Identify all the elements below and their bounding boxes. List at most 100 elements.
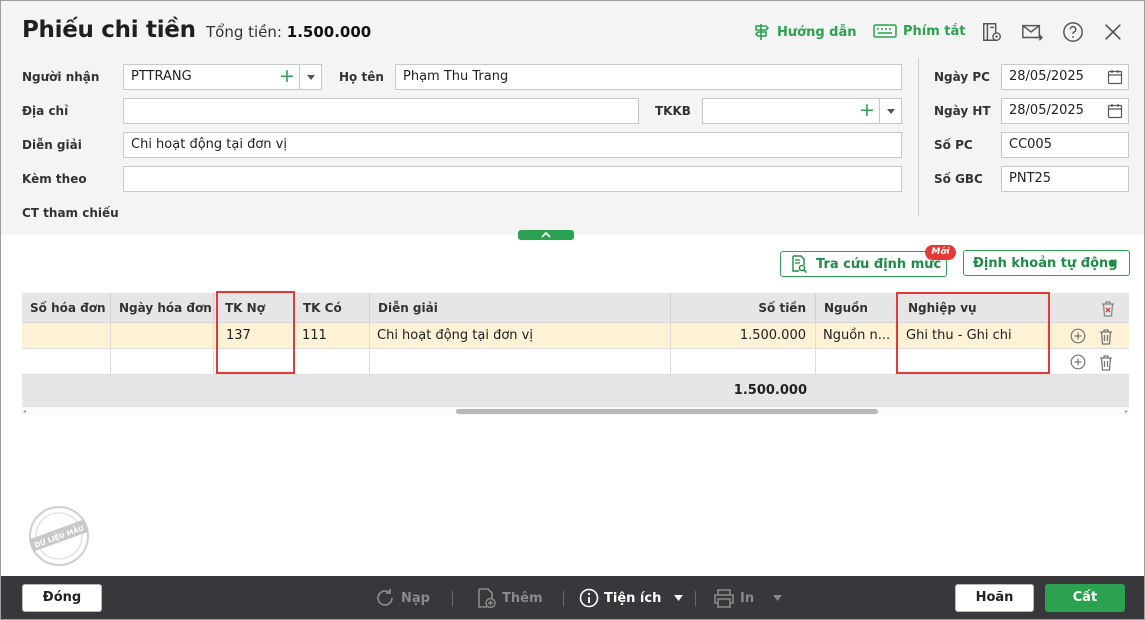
- description-input[interactable]: Chi hoạt động tại đơn vị: [123, 132, 902, 158]
- col-invoice-no[interactable]: Số hóa đơn: [22, 293, 111, 323]
- recipient-label: Người nhận: [22, 70, 100, 84]
- cell-amount[interactable]: 1.500.000: [671, 323, 816, 348]
- signpost-icon: [754, 24, 770, 40]
- caret-down-icon: [1108, 261, 1117, 267]
- address-input[interactable]: [123, 98, 639, 124]
- fullname-label: Họ tên: [339, 70, 384, 84]
- page-title: Phiếu chi tiền: [22, 17, 196, 43]
- add-row-icon[interactable]: [1070, 354, 1086, 370]
- chevron-up-icon: [541, 231, 551, 238]
- lookup-norm-button[interactable]: Tra cứu định mức: [780, 251, 947, 277]
- printer-icon: [714, 589, 734, 608]
- date-pc-input[interactable]: 28/05/2025: [1001, 64, 1129, 90]
- utility-menu-button[interactable]: Tiện ích: [579, 586, 684, 610]
- utility-label: Tiện ích: [604, 590, 662, 606]
- bottom-toolbar: Đóng Nạp Thêm Tiện ích In Hoãn Cất: [1, 576, 1144, 619]
- scroll-left-icon[interactable]: ◂: [23, 408, 26, 415]
- save-button[interactable]: Cất: [1045, 584, 1125, 612]
- collapse-header-button[interactable]: [518, 230, 574, 240]
- cell-description[interactable]: [370, 349, 671, 374]
- caret-down-icon: [674, 595, 684, 601]
- close-button[interactable]: Đóng: [22, 584, 102, 612]
- tkkb-dropdown-icon[interactable]: [879, 99, 901, 123]
- col-description[interactable]: Diễn giải: [370, 293, 671, 323]
- sample-data-stamp-icon: DỮ LIỆU MẪU: [29, 506, 89, 566]
- header-area: Phiếu chi tiền Tổng tiền: 1.500.000 Hướn…: [1, 1, 1144, 235]
- toolbar-divider: [452, 591, 453, 606]
- total-label: Tổng tiền:: [206, 23, 282, 41]
- cell-invoice-date[interactable]: [111, 349, 214, 374]
- shortcut-label: Phím tắt: [903, 23, 966, 39]
- col-amount[interactable]: Số tiền: [671, 293, 816, 323]
- caret-down-icon: [773, 595, 783, 601]
- print-button[interactable]: In: [713, 586, 783, 610]
- date-ht-label: Ngày HT: [934, 104, 991, 118]
- recipient-combo[interactable]: PTTRANG +: [123, 64, 322, 90]
- attached-input[interactable]: [123, 166, 902, 192]
- cell-invoice-no[interactable]: [22, 349, 111, 374]
- address-label: Địa chỉ: [22, 104, 69, 118]
- keyboard-icon: [873, 24, 897, 38]
- cell-credit[interactable]: 111: [295, 323, 370, 348]
- operation-column-highlight: [896, 292, 1050, 374]
- reference-label[interactable]: CT tham chiếu: [22, 206, 119, 220]
- cell-source[interactable]: Nguồn n...: [816, 323, 898, 348]
- trash-icon[interactable]: [1098, 354, 1114, 371]
- document-search-icon: [792, 255, 808, 273]
- col-invoice-date[interactable]: Ngày hóa đơn: [111, 293, 214, 323]
- toolbar-divider: [563, 591, 564, 606]
- add-tkkb-icon[interactable]: +: [855, 99, 879, 123]
- auto-entry-label: Định khoản tự động: [973, 255, 1118, 271]
- add-label: Thêm: [502, 590, 543, 606]
- lookup-norm-label: Tra cứu định mức: [816, 256, 942, 272]
- so-pc-input[interactable]: CC005: [1001, 132, 1129, 158]
- send-mail-icon[interactable]: [1021, 21, 1043, 43]
- add-button[interactable]: Thêm: [475, 586, 543, 610]
- cell-invoice-date[interactable]: [111, 323, 214, 348]
- fullname-input[interactable]: Phạm Thu Trang: [395, 64, 902, 90]
- add-row-icon[interactable]: [1070, 328, 1086, 344]
- shortcut-link[interactable]: Phím tắt: [873, 23, 966, 39]
- total-amount: Tổng tiền: 1.500.000: [206, 23, 371, 41]
- col-source[interactable]: Nguồn: [816, 293, 898, 323]
- calendar-icon[interactable]: [1107, 69, 1123, 85]
- trash-icon[interactable]: [1098, 328, 1114, 345]
- description-label: Diễn giải: [22, 138, 82, 152]
- auto-entry-button[interactable]: Định khoản tự động: [963, 250, 1130, 276]
- refresh-icon: [377, 589, 393, 606]
- cell-invoice-no[interactable]: [22, 323, 111, 348]
- date-ht-input[interactable]: 28/05/2025: [1001, 98, 1129, 124]
- guide-link[interactable]: Hướng dẫn: [753, 23, 857, 41]
- total-value: 1.500.000: [286, 23, 372, 41]
- so-gbc-label: Số GBC: [934, 172, 983, 186]
- cell-amount[interactable]: [671, 349, 816, 374]
- reload-label: Nạp: [401, 590, 430, 606]
- cell-source[interactable]: [816, 349, 898, 374]
- guide-label: Hướng dẫn: [777, 24, 857, 40]
- add-document-icon: [478, 588, 496, 609]
- col-credit[interactable]: TK Có: [295, 293, 370, 323]
- calendar-icon[interactable]: [1107, 103, 1123, 119]
- reload-button[interactable]: Nạp: [374, 586, 430, 610]
- so-pc-label: Số PC: [934, 138, 973, 152]
- toolbar-divider: [695, 591, 696, 606]
- add-recipient-icon[interactable]: +: [275, 65, 299, 89]
- form-divider: [918, 58, 919, 216]
- recipient-dropdown-icon[interactable]: [299, 65, 321, 89]
- so-gbc-input[interactable]: PNT25: [1001, 166, 1129, 192]
- tkkb-combo[interactable]: +: [702, 98, 902, 124]
- cancel-button[interactable]: Hoãn: [955, 584, 1034, 612]
- view-book-icon[interactable]: [981, 21, 1003, 43]
- horizontal-scrollbar[interactable]: ◂ ▸: [22, 407, 1129, 415]
- help-icon[interactable]: [1062, 21, 1084, 43]
- date-pc-value: 28/05/2025: [1009, 69, 1084, 84]
- close-icon[interactable]: [1102, 21, 1124, 43]
- scrollbar-thumb[interactable]: [456, 409, 878, 414]
- delete-all-icon[interactable]: [1100, 300, 1116, 317]
- cell-description[interactable]: Chi hoạt động tại đơn vị: [370, 323, 671, 348]
- voucher-window: Phiếu chi tiền Tổng tiền: 1.500.000 Hướn…: [0, 0, 1145, 620]
- debit-column-highlight: [216, 291, 295, 374]
- scroll-right-icon[interactable]: ▸: [1125, 408, 1128, 415]
- attached-label: Kèm theo: [22, 172, 87, 186]
- cell-credit[interactable]: [295, 349, 370, 374]
